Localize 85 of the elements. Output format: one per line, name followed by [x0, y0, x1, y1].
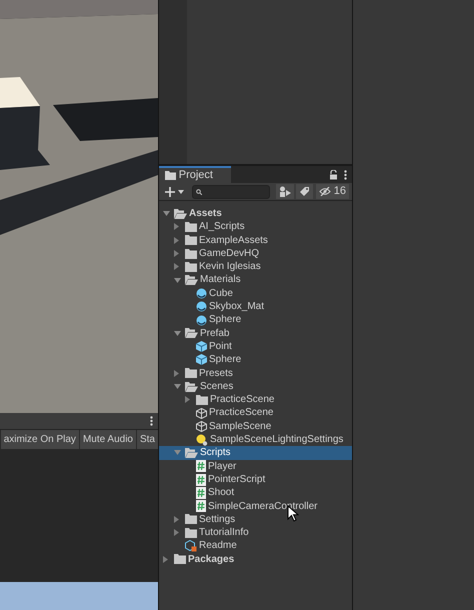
expand-arrow-icon[interactable]	[185, 396, 190, 404]
tree-item[interactable]: Settings	[159, 512, 352, 526]
tree-item[interactable]: Scripts	[159, 446, 352, 460]
project-tab[interactable]: Project	[159, 166, 231, 183]
tree-item[interactable]: AI_Scripts	[159, 220, 352, 234]
tree-item[interactable]: Sphere	[159, 353, 352, 367]
toolbar-toggle-button[interactable]: aximize On Play	[0, 430, 79, 449]
tree-item[interactable]: SampleSceneLightingSettings	[159, 433, 352, 446]
expand-arrow-icon[interactable]	[174, 370, 179, 377]
folder-icon	[196, 394, 208, 405]
toolbar-toggle-button[interactable]: Mute Audio	[78, 430, 136, 449]
script-icon	[196, 474, 206, 486]
lock-icon[interactable]	[329, 170, 338, 180]
tree-item[interactable]: Kevin Iglesias	[159, 260, 352, 274]
collapse-arrow-icon[interactable]	[163, 211, 170, 216]
script-icon	[196, 486, 206, 499]
tree-item[interactable]: ExampleAssets	[159, 234, 352, 247]
cube-icon	[196, 354, 207, 366]
collapse-arrow-icon[interactable]	[174, 450, 181, 456]
tree-item[interactable]: Packages	[159, 552, 352, 566]
collapse-arrow-icon[interactable]	[174, 278, 181, 283]
expand-arrow-icon[interactable]	[163, 556, 168, 563]
tag-icon	[299, 186, 310, 197]
lightbulb-icon	[196, 434, 208, 446]
filter-type-button[interactable]	[276, 184, 294, 199]
folder-icon	[185, 368, 197, 378]
collapse-arrow-icon[interactable]	[174, 330, 181, 336]
tree-item[interactable]: PointerScript	[159, 472, 352, 486]
script-icon	[196, 500, 206, 512]
more-options-icon[interactable]	[150, 416, 152, 426]
script-icon	[196, 460, 206, 472]
tree-item[interactable]: PracticeScene	[159, 393, 352, 406]
sphere-icon	[196, 288, 207, 299]
filter-label-button[interactable]	[296, 184, 314, 199]
plus-icon	[165, 186, 175, 196]
tree-item[interactable]: GameDevHQ	[159, 246, 352, 260]
tree-item[interactable]: Scenes	[159, 380, 352, 394]
expand-arrow-icon[interactable]	[174, 250, 179, 258]
folder-icon	[185, 528, 197, 538]
folder-icon	[185, 328, 198, 338]
tree-item[interactable]: Materials	[159, 273, 352, 287]
folder-icon	[185, 514, 197, 524]
tree-item[interactable]: SimpleCameraController	[159, 500, 352, 513]
tree-item[interactable]: Point	[159, 340, 352, 354]
tree-item[interactable]: Sphere	[159, 313, 352, 327]
caret-icon	[178, 190, 184, 194]
tree-item[interactable]: Presets	[159, 366, 352, 380]
tree-item[interactable]: Player	[159, 460, 352, 473]
shapes-icon	[278, 186, 290, 197]
sphere-icon	[196, 314, 207, 326]
folder-icon	[185, 382, 198, 392]
folder-icon	[185, 222, 197, 232]
expand-arrow-icon[interactable]	[174, 223, 179, 230]
expand-arrow-icon[interactable]	[174, 263, 179, 270]
folder-icon	[165, 171, 176, 180]
sphere-icon	[196, 301, 207, 312]
tree-item[interactable]: SampleScene	[159, 420, 352, 434]
toolbar-toggle-button[interactable]: Sta	[136, 430, 158, 449]
search-icon	[196, 188, 202, 194]
collapse-arrow-icon[interactable]	[174, 384, 181, 389]
tree-item[interactable]: Shoot	[159, 486, 352, 500]
folder-icon	[185, 235, 197, 246]
folder-icon	[185, 275, 198, 286]
folder-icon	[174, 554, 186, 564]
tree-item[interactable]: Cube	[159, 286, 352, 300]
expand-arrow-icon[interactable]	[174, 236, 179, 244]
expand-arrow-icon[interactable]	[174, 516, 179, 523]
folder-icon	[185, 248, 197, 259]
folder-icon	[185, 448, 198, 458]
eye-slash-icon	[319, 187, 331, 196]
tree-item[interactable]: Assets	[159, 207, 352, 220]
readme-icon	[185, 540, 197, 552]
create-button[interactable]	[162, 184, 187, 199]
hidden-packages-button[interactable]: 16	[316, 184, 349, 199]
cube-icon	[196, 341, 207, 352]
tree-item[interactable]: Readme	[159, 539, 352, 553]
tree-item[interactable]: PracticeScene	[159, 406, 352, 420]
tree-item[interactable]: Skybox_Mat	[159, 300, 352, 314]
more-options-icon[interactable]	[344, 170, 346, 180]
tree-item[interactable]: Prefab	[159, 326, 352, 340]
folder-icon	[174, 208, 187, 219]
search-field[interactable]	[192, 184, 270, 198]
folder-icon	[185, 262, 197, 272]
expand-arrow-icon[interactable]	[174, 529, 179, 536]
tree-item[interactable]: TutorialInfo	[159, 526, 352, 540]
